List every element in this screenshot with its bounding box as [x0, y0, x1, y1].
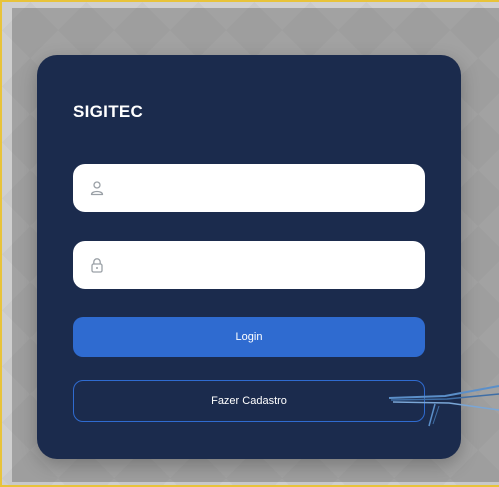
password-input[interactable] [115, 240, 411, 290]
password-field[interactable] [73, 240, 425, 290]
lock-icon [89, 257, 105, 273]
login-button[interactable]: Login [73, 317, 425, 357]
username-field[interactable] [73, 163, 425, 213]
register-button[interactable]: Fazer Cadastro [73, 380, 425, 422]
username-input[interactable] [115, 163, 411, 213]
annotation-arrow-icon [388, 385, 499, 427]
user-icon [89, 180, 105, 196]
brand-title: SIGITEC [73, 102, 144, 121]
